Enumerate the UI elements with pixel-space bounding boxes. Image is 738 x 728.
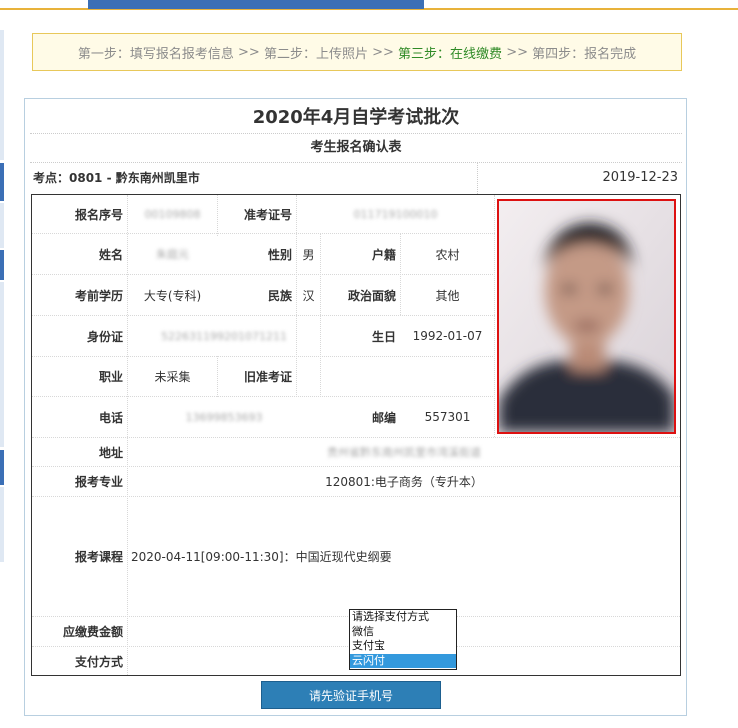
sidebar-item[interactable]	[0, 163, 4, 201]
header-divider	[477, 162, 479, 194]
sidebar-item[interactable]	[0, 450, 4, 485]
step-sep: >>	[238, 44, 260, 60]
value-address: 贵州省黔东南州凯里市湾溪街道	[327, 446, 481, 459]
label-old-ticket: 旧准考证	[243, 370, 292, 384]
sidebar-edge	[0, 282, 4, 447]
label-reg-no: 报名序号	[74, 208, 123, 222]
step-sep: >>	[506, 44, 528, 60]
sidebar-edge	[0, 203, 4, 248]
col-divider	[494, 195, 495, 437]
applicant-photo	[497, 199, 676, 434]
sidebar-edge	[0, 487, 4, 562]
label-ticket-no: 准考证号	[243, 208, 292, 222]
label-fee: 应缴费金额	[62, 625, 123, 639]
label-birthday: 生日	[371, 329, 396, 344]
step-1: 第一步：填写报名报考信息	[77, 46, 234, 62]
label-name: 姓名	[98, 247, 123, 262]
label-course: 报考课程	[74, 550, 123, 564]
sidebar-edge	[0, 30, 4, 160]
value-education: 大专(专科)	[143, 288, 202, 303]
steps-banner: 第一步：填写报名报考信息 >> 第二步：上传照片 >> 第三步：在线缴费 >> …	[32, 33, 682, 71]
page-title: 2020年4月自学考试批次	[30, 103, 682, 134]
step-3-current: 第三步：在线缴费	[398, 46, 503, 62]
form-subtitle: 考生报名确认表	[30, 134, 682, 163]
value-politics: 其他	[435, 288, 460, 303]
value-postcode: 557301	[424, 410, 471, 424]
payment-option-unionpay[interactable]: 云闪付	[350, 653, 456, 668]
label-education: 考前学历	[74, 288, 123, 303]
step-2: 第二步：上传照片	[263, 46, 368, 62]
value-occupation: 未采集	[154, 370, 191, 384]
value-phone: 13699853693	[185, 410, 263, 424]
label-postcode: 邮编	[371, 410, 396, 425]
value-household: 农村	[435, 247, 460, 262]
label-household: 户籍	[371, 247, 396, 262]
value-old-ticket	[297, 357, 494, 396]
step-sep: >>	[372, 44, 394, 60]
label-ethnicity: 民族	[267, 288, 292, 303]
value-name: 朱庭元	[156, 248, 189, 261]
value-id-card: 522631199201071211	[161, 329, 287, 343]
person-photo-icon	[499, 201, 674, 432]
payment-option[interactable]: 请选择支付方式	[350, 610, 456, 625]
sidebar-item[interactable]	[0, 250, 4, 280]
payment-option-wechat[interactable]: 微信	[350, 625, 456, 640]
label-occupation: 职业	[98, 370, 123, 384]
label-gender: 性别	[267, 247, 292, 262]
label-phone: 电话	[98, 410, 123, 425]
label-id-card: 身份证	[86, 329, 123, 344]
exam-site: 考点：0801 - 黔东南州凯里市	[33, 171, 200, 185]
form-date: 2019-12-23	[602, 170, 678, 185]
value-birthday: 1992-01-07	[412, 329, 483, 343]
value-ethnicity: 汉	[302, 288, 315, 303]
label-politics: 政治面貌	[347, 288, 396, 303]
top-tab-bar	[88, 0, 424, 9]
label-pay-method: 支付方式	[74, 654, 123, 669]
label-major: 报考专业	[74, 475, 123, 489]
value-gender: 男	[302, 247, 315, 262]
payment-method-dropdown[interactable]: 请选择支付方式 微信 支付宝 云闪付	[349, 609, 457, 670]
value-ticket-no: 011719100010	[353, 208, 438, 221]
label-address: 地址	[98, 445, 123, 460]
value-major: 120801:电子商务（专升本）	[325, 475, 483, 489]
value-reg-no: 00109808	[144, 208, 201, 221]
verify-phone-button[interactable]: 请先验证手机号	[261, 681, 441, 709]
payment-option-alipay[interactable]: 支付宝	[350, 639, 456, 654]
value-fee	[128, 617, 348, 646]
step-4: 第四步：报名完成	[532, 46, 637, 62]
value-course: 2020-04-11[09:00-11:30]：中国近现代史纲要	[131, 550, 392, 564]
